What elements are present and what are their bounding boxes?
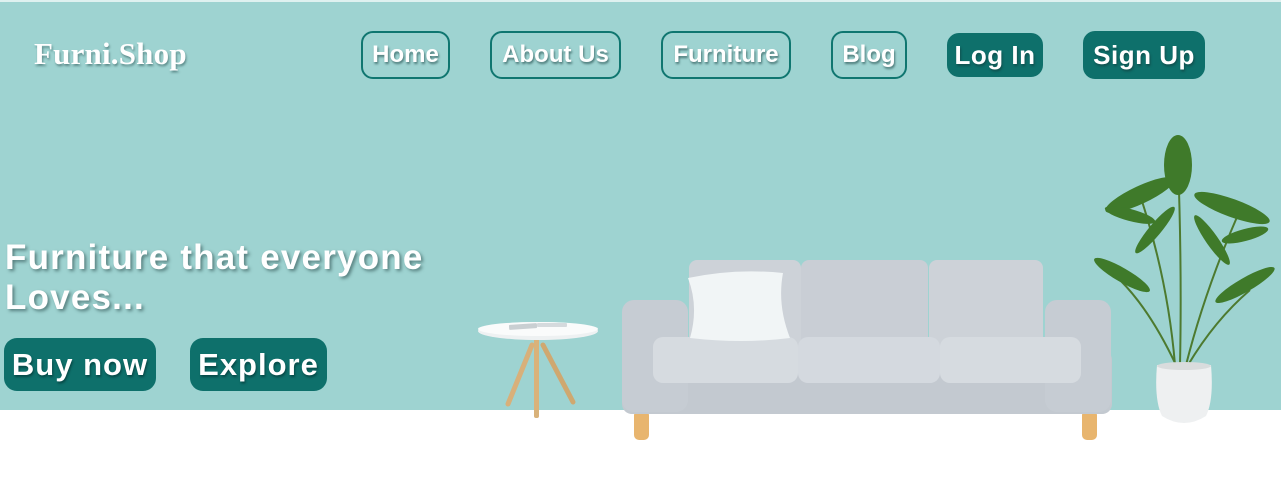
potted-plant-illustration — [1094, 135, 1275, 423]
sofa-illustration — [622, 260, 1112, 440]
side-table-illustration — [478, 322, 598, 418]
hero-illustration — [478, 135, 1275, 440]
